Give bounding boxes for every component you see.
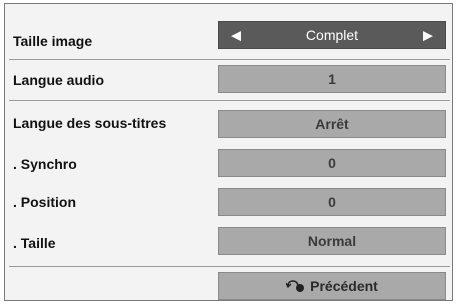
picture-size-label: Taille image bbox=[13, 33, 93, 49]
sync-value: 0 bbox=[328, 155, 336, 171]
settings-panel: Taille image ◀ Complet ▶ Langue audio 1 … bbox=[4, 3, 453, 301]
back-label: Précédent bbox=[310, 278, 378, 294]
size-label: . Taille bbox=[13, 235, 56, 251]
divider bbox=[9, 59, 450, 60]
arrow-right-icon[interactable]: ▶ bbox=[423, 29, 433, 42]
position-field[interactable]: 0 bbox=[218, 188, 446, 216]
position-value: 0 bbox=[328, 194, 336, 210]
subtitle-language-value: Arrêt bbox=[315, 116, 349, 132]
picture-size-value: Complet bbox=[305, 27, 359, 43]
divider bbox=[9, 266, 450, 267]
audio-language-label: Langue audio bbox=[13, 72, 104, 88]
back-button[interactable]: Précédent bbox=[218, 272, 446, 300]
audio-language-value: 1 bbox=[328, 71, 336, 87]
divider bbox=[9, 100, 450, 101]
picture-size-selector[interactable]: ◀ Complet ▶ bbox=[218, 21, 446, 49]
sync-label: . Synchro bbox=[13, 156, 77, 172]
subtitle-language-field[interactable]: Arrêt bbox=[218, 110, 446, 138]
return-icon bbox=[286, 279, 306, 293]
position-label: . Position bbox=[13, 194, 76, 210]
sync-field[interactable]: 0 bbox=[218, 149, 446, 177]
subtitle-language-label: Langue des sous-titres bbox=[13, 115, 167, 131]
size-value: Normal bbox=[307, 233, 357, 249]
audio-language-field[interactable]: 1 bbox=[218, 65, 446, 93]
arrow-left-icon[interactable]: ◀ bbox=[231, 29, 241, 42]
size-field[interactable]: Normal bbox=[218, 227, 446, 255]
